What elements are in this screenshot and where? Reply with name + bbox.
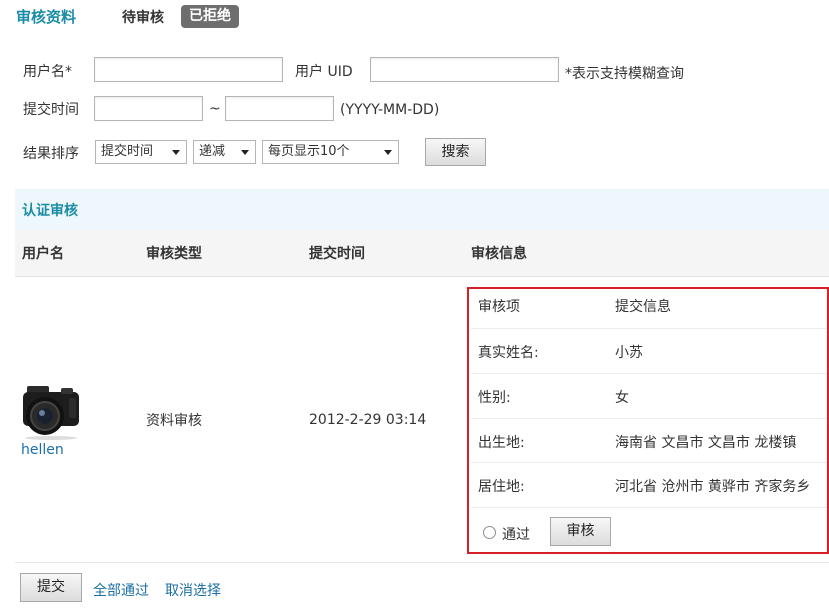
column-header-time: 提交时间	[309, 246, 365, 262]
pass-all-link[interactable]: 全部通过	[93, 580, 149, 600]
info-key: 性别:	[478, 390, 511, 406]
per-page-select[interactable]: 每页显示10个	[262, 140, 399, 164]
chevron-down-icon	[384, 150, 392, 155]
username-label: 用户名*	[23, 64, 72, 80]
sort-field-select[interactable]: 提交时间	[95, 140, 187, 164]
uid-input[interactable]	[370, 57, 559, 82]
info-value: 小苏	[615, 345, 643, 361]
info-key: 居住地:	[478, 479, 525, 495]
search-button[interactable]: 搜索	[425, 138, 486, 166]
tab-rejected[interactable]: 已拒绝	[181, 5, 239, 28]
page-title[interactable]: 审核资料	[16, 6, 76, 27]
sort-label: 结果排序	[23, 146, 79, 162]
info-key: 出生地:	[478, 435, 525, 451]
sort-field-value: 提交时间	[101, 144, 154, 159]
per-page-value: 每页显示10个	[268, 144, 350, 159]
divider	[471, 328, 827, 329]
chevron-down-icon	[241, 150, 249, 155]
column-header-username: 用户名	[22, 246, 64, 262]
pass-label: 通过	[502, 527, 530, 543]
username-link[interactable]: hellen	[21, 442, 64, 458]
date-format-hint: (YYYY-MM-DD)	[340, 102, 440, 118]
submit-time: 2012-2-29 03:14	[309, 412, 427, 428]
info-key: 真实姓名:	[478, 345, 539, 361]
pass-radio[interactable]	[483, 526, 496, 539]
section-header	[15, 189, 829, 230]
info-value: 女	[615, 390, 629, 406]
chevron-down-icon	[172, 150, 180, 155]
date-range-separator: ~	[209, 101, 221, 117]
sort-order-value: 递减	[199, 144, 226, 159]
camera-avatar-icon[interactable]	[21, 378, 81, 440]
tab-pending[interactable]: 待审核	[122, 7, 164, 27]
start-date-input[interactable]	[94, 96, 203, 121]
cancel-selection-link[interactable]: 取消选择	[165, 580, 221, 600]
divider	[471, 462, 827, 463]
divider	[471, 507, 827, 508]
end-date-input[interactable]	[225, 96, 334, 121]
fuzzy-query-hint: *表示支持模糊查询	[565, 66, 684, 82]
divider	[15, 562, 829, 563]
divider	[471, 418, 827, 419]
uid-label: 用户 UID	[295, 64, 353, 80]
column-header-info: 审核信息	[471, 246, 527, 262]
info-key: 审核项	[478, 299, 520, 315]
info-value: 海南省 文昌市 文昌市 龙楼镇	[615, 435, 797, 451]
username-input[interactable]	[94, 57, 283, 82]
column-header-type: 审核类型	[146, 246, 202, 262]
section-title: 认证审核	[22, 203, 78, 219]
submit-time-label: 提交时间	[23, 102, 79, 118]
review-type: 资料审核	[146, 413, 202, 429]
info-value: 提交信息	[615, 299, 671, 315]
sort-order-select[interactable]: 递减	[193, 140, 256, 164]
table-header	[15, 230, 829, 277]
divider	[471, 373, 827, 374]
info-value: 河北省 沧州市 黄骅市 齐家务乡	[615, 479, 811, 495]
submit-button[interactable]: 提交	[20, 573, 82, 602]
review-button[interactable]: 审核	[550, 517, 611, 546]
